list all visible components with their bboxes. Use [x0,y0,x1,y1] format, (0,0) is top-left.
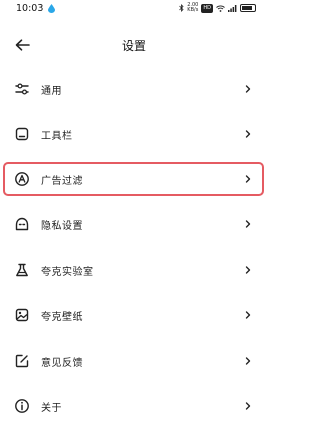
chevron-right-icon [245,130,251,138]
settings-item-label: 通用 [41,86,62,97]
chevron-right-icon [245,402,251,410]
settings-item-label: 工具栏 [41,131,73,142]
settings-item-general[interactable]: 通用 [0,72,268,106]
chevron-right-icon [245,266,251,274]
page-title: 设置 [121,39,146,53]
privacy-icon [15,217,29,231]
settings-item-label: 意见反馈 [41,358,83,369]
settings-item-label: 夸克实验室 [41,267,94,278]
settings-item-ad-filter[interactable]: 广告过滤 [0,162,268,196]
info-icon [15,399,29,413]
feedback-icon [15,354,29,368]
settings-item-label: 广告过滤 [41,176,83,187]
chevron-right-icon [245,220,251,228]
toolbar-icon [15,127,29,141]
settings-item-label: 夸克壁纸 [41,312,83,323]
network-speed: 2.00 KB/s [187,3,198,13]
network-speed-unit: KB/s [187,7,199,13]
chevron-right-icon [245,85,251,93]
header: 设置 [0,28,268,62]
settings-item-feedback[interactable]: 意见反馈 [0,344,268,378]
signal-icon [228,4,237,12]
settings-item-toolbar[interactable]: 工具栏 [0,117,268,151]
ad-filter-icon [15,172,29,186]
status-bar: 10:03 2.00 KB/s HD [0,0,268,20]
wallpaper-icon [15,308,29,322]
settings-item-about[interactable]: 关于 [0,389,268,423]
status-time: 10:03 [16,3,44,14]
bluetooth-icon [179,4,184,12]
battery-icon [240,4,256,12]
settings-item-lab[interactable]: 夸克实验室 [0,253,268,287]
chevron-right-icon [245,311,251,319]
wifi-icon [216,5,225,12]
chevron-right-icon [245,357,251,365]
sliders-icon [15,83,29,95]
settings-item-privacy[interactable]: 隐私设置 [0,207,268,241]
drop-icon [48,4,55,13]
status-indicators: 2.00 KB/s HD [179,3,256,13]
settings-item-label: 关于 [41,403,62,414]
flask-icon [16,263,28,277]
settings-item-wallpaper[interactable]: 夸克壁纸 [0,298,268,332]
settings-item-label: 隐私设置 [41,221,83,232]
hd-badge: HD [201,3,213,13]
chevron-right-icon [245,175,251,183]
